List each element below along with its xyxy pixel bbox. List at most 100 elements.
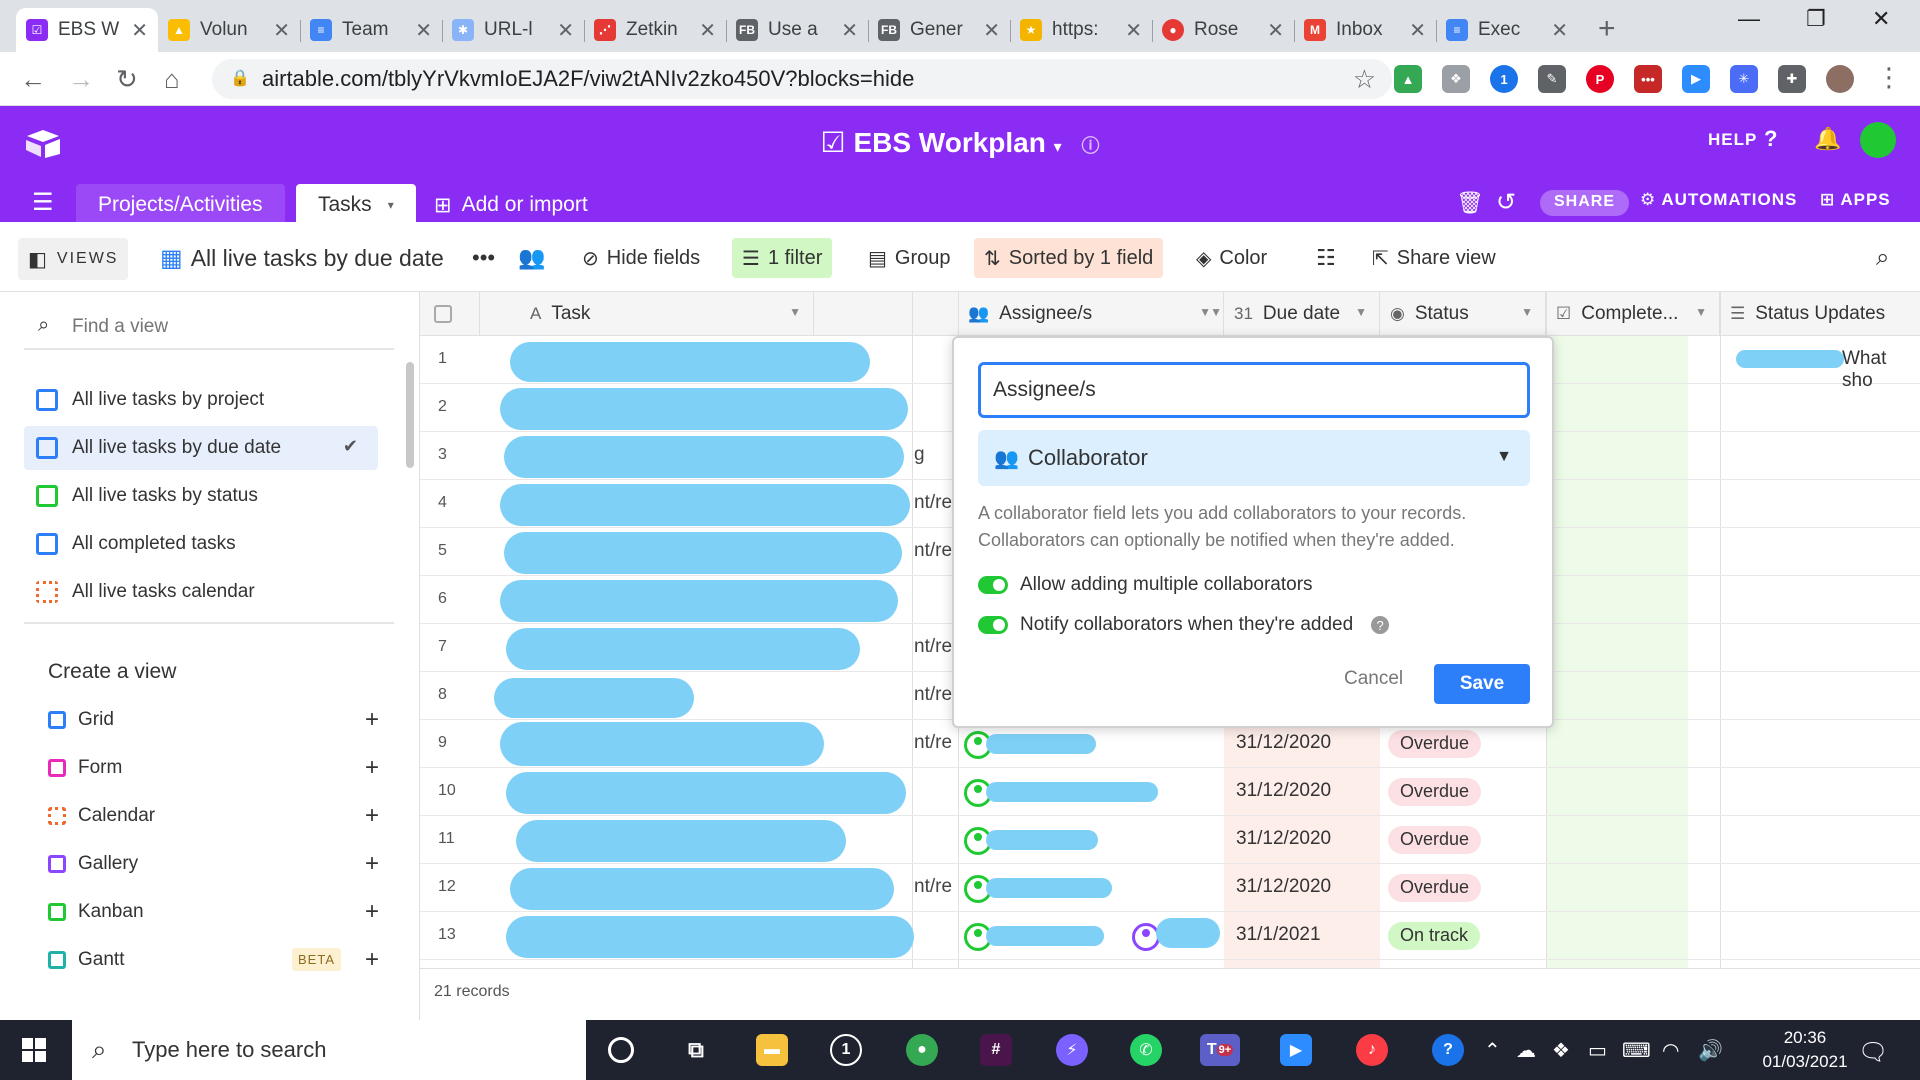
table-row[interactable]: 12 nt/re 31/12/2020 Overdue [420, 864, 1920, 912]
close-icon[interactable]: ✕ [841, 18, 858, 43]
allow-multiple-toggle[interactable]: Allow adding multiple collaborators [978, 570, 1538, 600]
collaborative-view-icon[interactable]: 👥 [508, 238, 555, 278]
lastpass-extension-icon[interactable]: ••• [1634, 65, 1662, 93]
messenger-icon[interactable]: ⚡ [1056, 1034, 1088, 1066]
bell-icon[interactable]: 🔔 [1814, 126, 1842, 152]
table-row[interactable]: 13 31/1/2021 On track [420, 912, 1920, 960]
1password-icon[interactable]: 1 [830, 1034, 862, 1066]
view-item-selected[interactable]: All live tasks by due date ✔ [24, 426, 378, 470]
zoom-icon[interactable]: ▶ [1280, 1034, 1312, 1066]
close-icon[interactable]: ✕ [415, 18, 432, 43]
whatsapp-icon[interactable]: ✆ [1130, 1034, 1162, 1066]
close-icon[interactable]: ✕ [273, 18, 290, 43]
window-close-icon[interactable]: ✕ [1872, 6, 1890, 32]
browser-tab[interactable]: FB Use a ✕ [726, 8, 868, 52]
table-row[interactable]: 11 31/12/2020 Overdue [420, 816, 1920, 864]
password-extension-icon[interactable]: 1 [1490, 65, 1518, 93]
slack-icon[interactable]: # [980, 1034, 1012, 1066]
close-icon[interactable]: ✕ [1409, 18, 1426, 43]
view-item[interactable]: All live tasks by status [24, 474, 378, 518]
plus-icon[interactable]: + [365, 802, 379, 830]
browser-tab[interactable]: ≡ Exec ✕ [1436, 8, 1578, 52]
drive-extension-icon[interactable]: ▲ [1394, 65, 1422, 93]
close-icon[interactable]: ✕ [1551, 18, 1568, 43]
cortana-icon[interactable] [608, 1037, 634, 1063]
plus-icon[interactable]: + [365, 850, 379, 878]
toggle-switch[interactable] [978, 616, 1008, 634]
address-bar[interactable]: 🔒 airtable.com/tblyYrVkvmIoEJA2F/viw2tAN… [212, 59, 1392, 99]
asterisk-extension-icon[interactable]: ✳ [1730, 65, 1758, 93]
select-all-checkbox[interactable] [420, 292, 480, 336]
zoom-extension-icon[interactable]: ▶ [1682, 65, 1710, 93]
dropbox-extension-icon[interactable]: ❖ [1442, 65, 1470, 93]
plus-icon[interactable]: + [365, 898, 379, 926]
create-form-button[interactable]: Form + [44, 746, 379, 790]
automations-button[interactable]: ⚙ AUTOMATIONS [1640, 190, 1797, 210]
view-item[interactable]: All live tasks by project [24, 378, 378, 422]
user-avatar[interactable] [1860, 122, 1896, 158]
create-calendar-button[interactable]: Calendar + [44, 794, 379, 838]
hide-fields-button[interactable]: ⊘ Hide fields [572, 238, 710, 278]
browser-tab[interactable]: ✱ URL-l ✕ [442, 8, 584, 52]
trash-icon[interactable]: 🗑 [1456, 190, 1484, 216]
itunes-icon[interactable]: ♪ [1356, 1034, 1388, 1066]
forward-arrow-icon[interactable]: → [68, 64, 94, 95]
chevron-down-icon[interactable]: ▼ [1199, 305, 1211, 319]
system-clock[interactable]: 20:36 01/03/2021 [1750, 1026, 1860, 1074]
share-view-button[interactable]: ⇱ Share view [1362, 238, 1506, 278]
group-button[interactable]: ▤ Group [858, 238, 961, 278]
taskbar-search-input[interactable]: ⌕ Type here to search [72, 1020, 586, 1080]
volume-icon[interactable]: 🔊 [1698, 1038, 1723, 1063]
browser-tab[interactable]: ⋰ Zetkin ✕ [584, 8, 726, 52]
chevron-down-icon[interactable]: ▼ [1695, 305, 1707, 319]
chevron-down-icon[interactable]: ▾ [1054, 139, 1062, 156]
row-height-icon[interactable]: ☷ [1306, 238, 1346, 278]
chrome-menu-icon[interactable]: ⋮ [1876, 62, 1902, 93]
add-or-import-button[interactable]: ⊞ Add or import [412, 184, 610, 226]
minimize-icon[interactable]: — [1738, 6, 1760, 32]
current-view-button[interactable]: ▦ All live tasks by due date [150, 238, 454, 278]
column-header-due-date[interactable]: 31 Due date ▼ [1224, 292, 1380, 336]
keyboard-icon[interactable]: ⌨ [1622, 1038, 1651, 1063]
close-icon[interactable]: ✕ [1267, 18, 1284, 43]
notify-collaborators-toggle[interactable]: Notify collaborators when they're added? [978, 610, 1538, 640]
create-gallery-button[interactable]: Gallery + [44, 842, 379, 886]
column-header-task[interactable]: A Task ▼ [480, 292, 814, 336]
column-header-status-updates[interactable]: ☰ Status Updates [1720, 292, 1920, 336]
help-question-icon[interactable]: ? [1371, 616, 1390, 634]
create-gantt-button[interactable]: Gantt BETA + [44, 938, 379, 982]
notification-icon[interactable]: 🗨 [1858, 1038, 1888, 1067]
new-tab-icon[interactable]: + [1598, 12, 1616, 46]
chevron-down-icon[interactable]: ▼ [1521, 305, 1533, 319]
dropbox-tray-icon[interactable]: ❖ [1552, 1038, 1570, 1063]
filter-button[interactable]: ☰ 1 filter [732, 238, 833, 278]
create-kanban-button[interactable]: Kanban + [44, 890, 379, 934]
close-icon[interactable]: ✕ [1125, 18, 1142, 43]
profile-avatar[interactable] [1826, 65, 1854, 93]
search-icon[interactable]: ⌕ [1866, 238, 1899, 278]
views-toggle-button[interactable]: ◧ VIEWS [18, 238, 129, 280]
help-question-icon[interactable]: ? [1764, 126, 1778, 152]
hamburger-menu-icon[interactable]: ☰ [32, 188, 54, 217]
view-menu-button[interactable]: ••• [462, 238, 505, 278]
home-icon[interactable]: ⌂ [164, 64, 180, 95]
cancel-button[interactable]: Cancel [1344, 668, 1403, 690]
browser-tab[interactable]: FB Gener ✕ [868, 8, 1010, 52]
sidebar-scrollbar[interactable] [406, 362, 414, 468]
browser-tab[interactable]: ● Rose ✕ [1152, 8, 1294, 52]
battery-icon[interactable]: ▭ [1588, 1038, 1607, 1063]
restore-icon[interactable]: ❐ [1806, 6, 1826, 32]
sort-button[interactable]: ⇅ Sorted by 1 field [974, 238, 1164, 278]
close-icon[interactable]: ✕ [557, 18, 574, 43]
extensions-puzzle-icon[interactable]: ✚ [1778, 65, 1806, 93]
browser-tab[interactable]: M Inbox ✕ [1294, 8, 1436, 52]
help-link[interactable]: HELP [1708, 130, 1757, 150]
apps-button[interactable]: ⊞ APPS [1820, 190, 1891, 210]
column-header-complete[interactable]: ☑ Complete... ▼ [1546, 292, 1720, 336]
view-item[interactable]: All live tasks calendar [24, 570, 378, 614]
reload-icon[interactable]: ↻ [116, 64, 138, 95]
table-row[interactable]: 10 31/12/2020 Overdue [420, 768, 1920, 816]
close-icon[interactable]: ✕ [983, 18, 1000, 43]
field-type-select[interactable]: 👥 Collaborator ▼ [978, 430, 1530, 486]
back-arrow-icon[interactable]: ← [20, 64, 46, 95]
